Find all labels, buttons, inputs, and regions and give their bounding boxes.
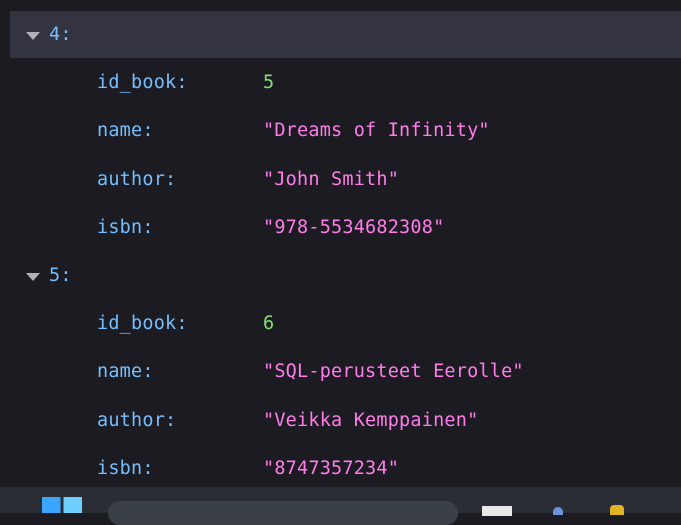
field-key: name: bbox=[97, 120, 154, 142]
field-key: isbn: bbox=[97, 217, 154, 239]
field-key: author: bbox=[97, 168, 177, 190]
triangle-down-icon[interactable] bbox=[26, 31, 40, 40]
taskbar bbox=[0, 487, 681, 525]
json-field-row: id_book: 6 bbox=[10, 299, 681, 348]
field-value: "8747357234" bbox=[263, 458, 400, 480]
json-field-row: isbn: "978-5534682308" bbox=[10, 204, 681, 253]
json-field-row: id_book: 5 bbox=[10, 58, 681, 107]
triangle-down-icon[interactable] bbox=[26, 272, 40, 281]
field-value: "Dreams of Infinity" bbox=[263, 120, 490, 142]
field-value: "Veikka Kemppainen" bbox=[263, 409, 479, 431]
field-key: name: bbox=[97, 361, 154, 383]
json-field-row: name: "Dreams of Infinity" bbox=[10, 107, 681, 156]
json-object-row[interactable]: 5: bbox=[10, 252, 681, 299]
json-field-row: isbn: "8747357234" bbox=[10, 445, 681, 494]
taskbar-search-box[interactable] bbox=[108, 501, 458, 525]
field-key: isbn: bbox=[97, 458, 154, 480]
field-value: "SQL-perusteet Eerolle" bbox=[263, 361, 524, 383]
taskbar-app-icon[interactable] bbox=[553, 507, 563, 515]
json-object-row[interactable]: 4: bbox=[10, 11, 681, 58]
field-key: id_book: bbox=[97, 312, 188, 334]
windows-start-icon[interactable] bbox=[42, 497, 82, 513]
folder-icon[interactable] bbox=[610, 505, 624, 515]
field-value: 6 bbox=[263, 312, 275, 334]
field-key: author: bbox=[97, 409, 177, 431]
json-viewer: 4: id_book: 5 name: "Dreams of Infinity"… bbox=[10, 11, 681, 487]
taskbar-app-icon[interactable] bbox=[482, 506, 512, 516]
json-field-row: author: "Veikka Kemppainen" bbox=[10, 396, 681, 445]
json-field-row: author: "John Smith" bbox=[10, 155, 681, 204]
field-value: 5 bbox=[263, 71, 275, 93]
json-field-row: name: "SQL-perusteet Eerolle" bbox=[10, 348, 681, 397]
field-key: id_book: bbox=[97, 71, 188, 93]
object-index: 4: bbox=[49, 24, 72, 45]
field-value: "John Smith" bbox=[263, 168, 400, 190]
object-index: 5: bbox=[49, 265, 72, 286]
field-value: "978-5534682308" bbox=[263, 217, 445, 239]
